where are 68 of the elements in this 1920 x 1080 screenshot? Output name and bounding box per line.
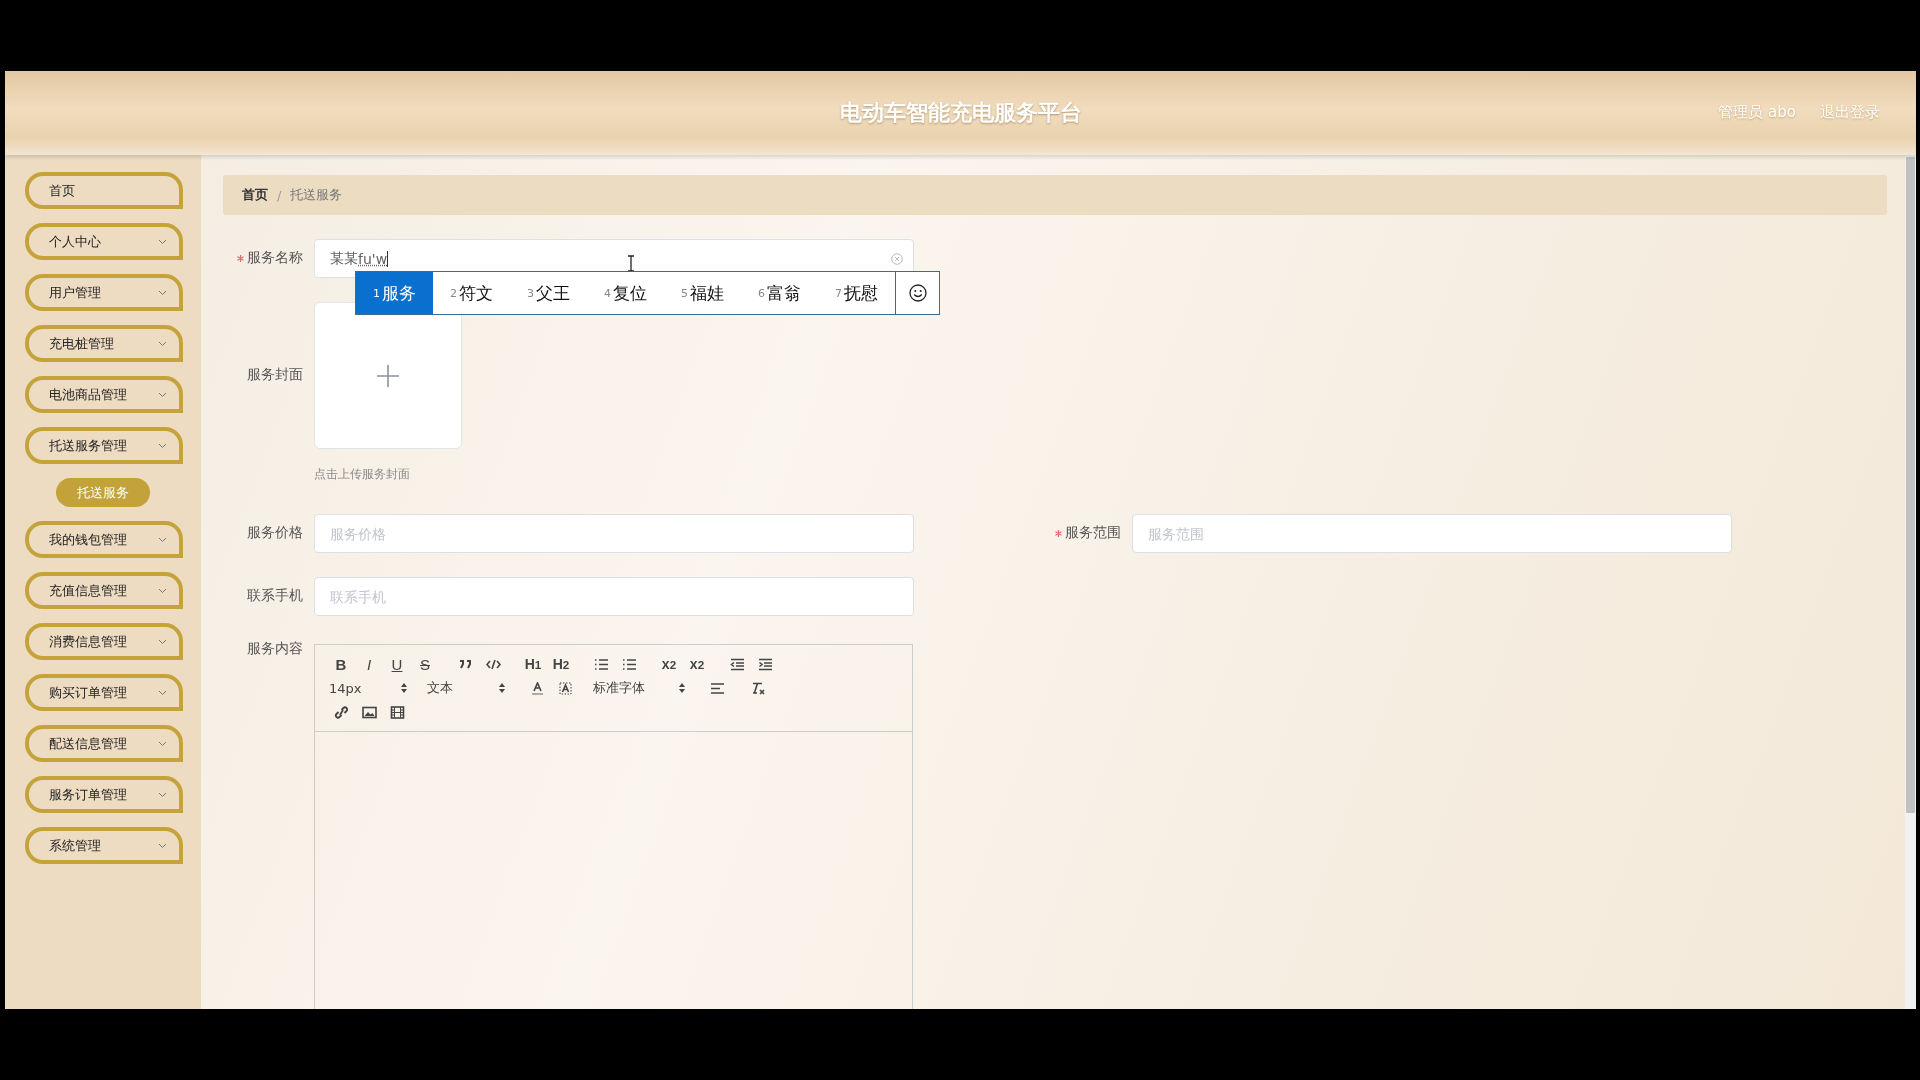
text-cursor-icon — [627, 255, 635, 272]
format-dropdown[interactable]: 文本 — [425, 679, 511, 697]
breadcrumb-separator: / — [277, 187, 282, 203]
chevron-icon — [158, 442, 167, 449]
chevron-icon — [158, 740, 167, 747]
chevron-icon — [158, 391, 167, 398]
plus-icon — [377, 364, 399, 387]
chevron-icon — [158, 238, 167, 245]
format-dropdown[interactable]: 标准字体 — [591, 679, 691, 697]
chevron-icon — [158, 587, 167, 594]
align-icon — [709, 681, 725, 695]
chevron-icon — [158, 791, 167, 798]
quote-icon — [457, 657, 473, 671]
chevron-icon — [158, 289, 167, 296]
input-field[interactable]: 联系手机 — [314, 577, 914, 616]
menu-item[interactable]: 购买订单管理 — [25, 674, 183, 711]
field-label: 服务价格 — [247, 524, 303, 542]
bullet-list-icon — [621, 657, 637, 671]
scrollbar[interactable] — [1905, 155, 1916, 1009]
field-label: 服务名称 — [237, 249, 303, 267]
image-icon — [361, 705, 377, 719]
background-icon — [557, 681, 573, 695]
sort-arrows-icon — [499, 683, 505, 693]
chevron-icon — [158, 536, 167, 543]
app-title: 电动车智能充电服务平台 — [839, 99, 1082, 127]
sort-arrows-icon — [679, 683, 685, 693]
chevron-icon — [158, 638, 167, 645]
scroll-thumb[interactable] — [1906, 157, 1915, 813]
outdent-icon — [729, 657, 745, 671]
menu-item[interactable]: 电池商品管理 — [25, 376, 183, 413]
candidate-item[interactable]: 1 服务 — [356, 272, 433, 314]
menu-item[interactable]: 消费信息管理 — [25, 623, 183, 660]
breadcrumb-item: 托送服务 — [290, 186, 343, 204]
input-field[interactable]: 服务范围 — [1132, 514, 1732, 553]
input-field[interactable]: 服务价格 — [314, 514, 914, 553]
smiley-icon[interactable] — [908, 284, 927, 302]
format-button[interactable]: U — [383, 653, 411, 675]
sort-arrows-icon — [401, 683, 407, 693]
video-icon — [389, 705, 405, 719]
menu-item[interactable]: 充电桩管理 — [25, 325, 183, 362]
menu-item[interactable]: 配送信息管理 — [25, 725, 183, 762]
field-label: 联系手机 — [247, 587, 303, 605]
upload-area[interactable] — [314, 302, 462, 449]
field-label: 服务范围 — [1055, 524, 1121, 542]
user-label: 管理员 abo — [1718, 103, 1796, 122]
chevron-icon — [158, 340, 167, 347]
breadcrumb-item[interactable]: 首页 — [242, 186, 268, 204]
upload-hint: 点击上传服务封面 — [314, 467, 411, 482]
menu-item[interactable]: 首页 — [25, 172, 183, 209]
menu-item[interactable]: 用户管理 — [25, 274, 183, 311]
chevron-icon — [158, 842, 167, 849]
format-button[interactable]: I — [355, 653, 383, 675]
format-button[interactable]: B — [327, 653, 355, 675]
menu-item[interactable]: 托送服务管理 — [25, 427, 183, 464]
indent-icon — [757, 657, 773, 671]
link-icon — [333, 705, 349, 719]
format-button[interactable]: S — [411, 653, 439, 675]
menu-item[interactable]: 我的钱包管理 — [25, 521, 183, 558]
field-label: 服务封面 — [247, 366, 303, 384]
code-icon — [485, 657, 501, 671]
field-label: 服务内容 — [247, 640, 303, 658]
menu-item[interactable]: 充值信息管理 — [25, 572, 183, 609]
menu-item[interactable]: 个人中心 — [25, 223, 183, 260]
menu-item[interactable]: 系统管理 — [25, 827, 183, 864]
color-icon — [529, 681, 545, 695]
format-dropdown[interactable]: 14px — [327, 680, 413, 696]
menu-item[interactable]: 服务订单管理 — [25, 776, 183, 813]
chevron-icon — [158, 689, 167, 696]
